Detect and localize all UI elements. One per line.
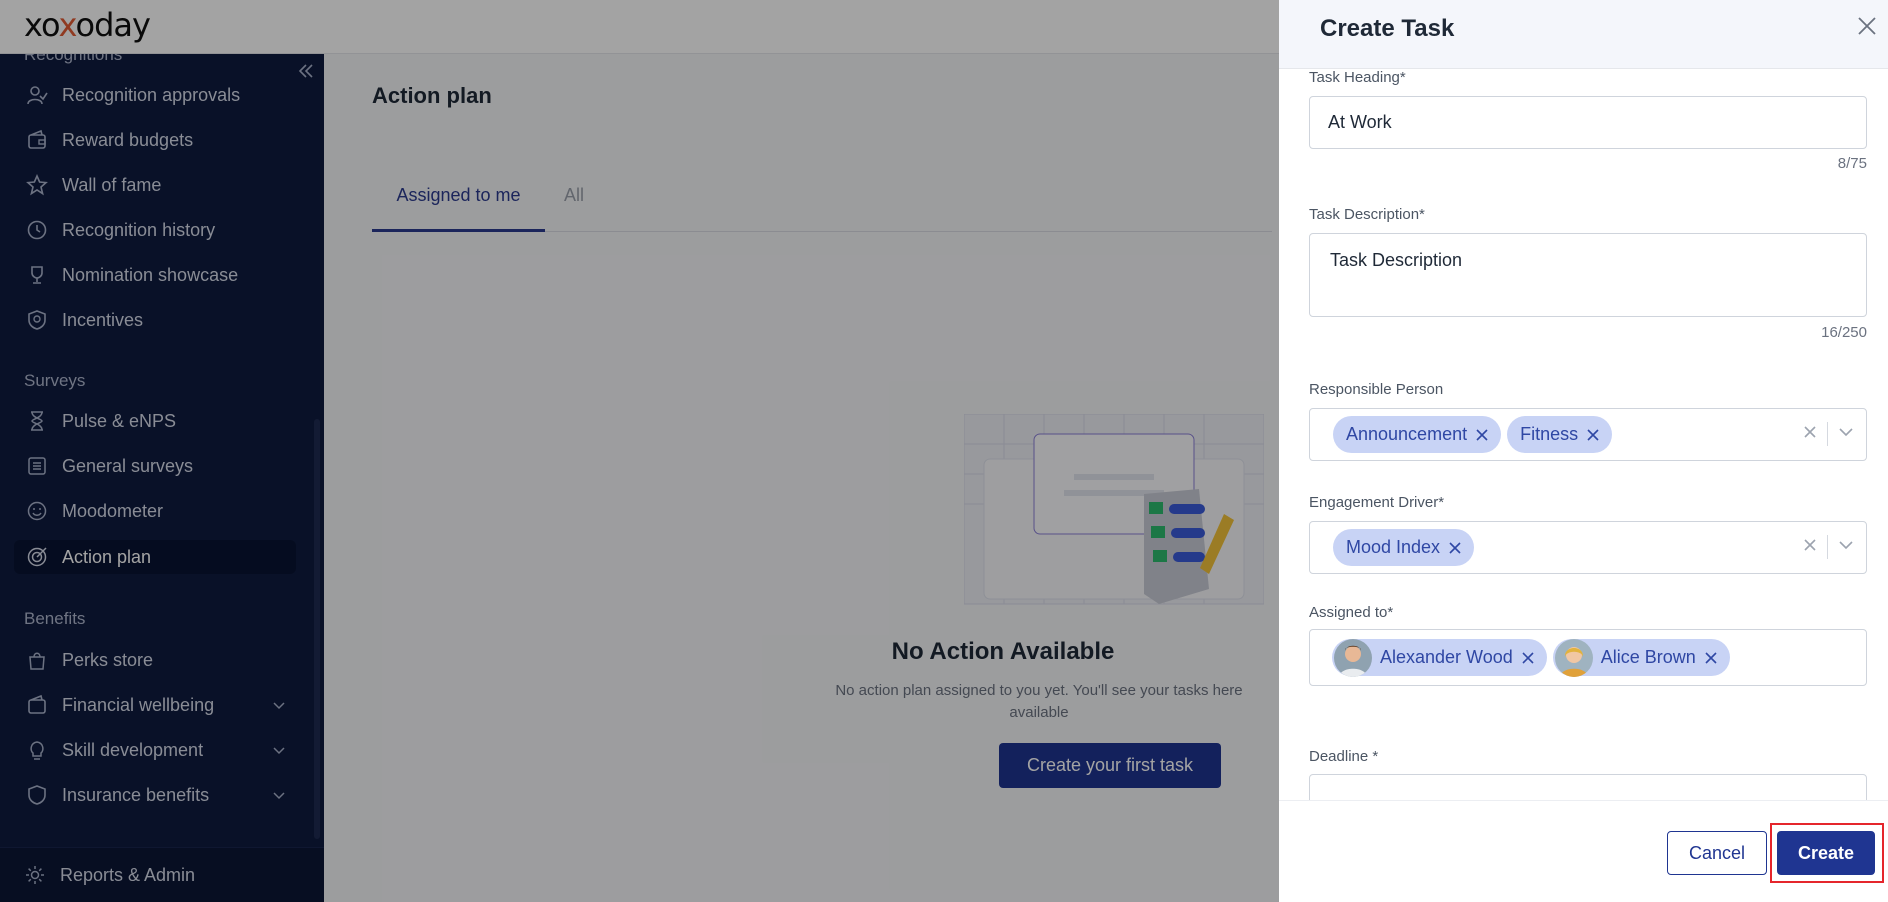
engagement-chip: Mood Index [1333,529,1475,566]
drawer-header: Create Task [1279,0,1888,69]
assignee-chip: Alexander Wood [1332,638,1547,677]
remove-chip-icon[interactable] [1521,651,1535,665]
clear-icon[interactable] [1803,538,1817,557]
responsible-person-select[interactable]: Announcement Fitness [1309,408,1867,461]
assignee-chip: Alice Brown [1552,638,1730,677]
drawer-body: Task Heading* At Work 8/75 Task Descript… [1279,69,1888,800]
chevron-down-icon[interactable] [1838,425,1854,444]
select-controls [1803,535,1854,559]
deadline-input[interactable] [1309,774,1867,800]
assigned-to-label: Assigned to* [1309,604,1394,621]
modal-overlay[interactable] [0,0,1279,902]
remove-chip-icon[interactable] [1704,651,1718,665]
create-button[interactable]: Create [1777,831,1875,875]
task-description-counter: 16/250 [1821,324,1867,341]
remove-chip-icon[interactable] [1586,428,1600,442]
deadline-label: Deadline * [1309,748,1379,765]
task-description-textarea[interactable]: Task Description [1309,233,1867,317]
task-heading-counter: 8/75 [1837,155,1867,172]
responsible-chip: Fitness [1507,416,1613,453]
drawer-title: Create Task [1320,15,1455,42]
drawer-footer: Cancel Create [1279,800,1888,902]
avatar [1554,638,1593,677]
engagement-driver-label: Engagement Driver* [1309,494,1445,511]
create-task-drawer: Create Task Task Heading* At Work 8/75 T… [1279,0,1888,902]
assigned-to-select[interactable]: Alexander Wood Alice Brown [1309,629,1867,686]
cancel-button[interactable]: Cancel [1667,831,1767,875]
remove-chip-icon[interactable] [1475,428,1489,442]
close-icon[interactable] [1855,14,1879,43]
divider [1827,535,1828,559]
responsible-chip: Announcement [1333,416,1502,453]
remove-chip-icon[interactable] [1448,541,1462,555]
chevron-down-icon[interactable] [1838,538,1854,557]
avatar [1334,638,1372,677]
task-heading-input[interactable]: At Work [1309,96,1867,149]
divider [1827,422,1828,446]
select-controls [1803,422,1854,446]
responsible-person-label: Responsible Person [1309,381,1444,398]
task-heading-label: Task Heading* [1309,69,1406,86]
engagement-driver-select[interactable]: Mood Index [1309,521,1867,574]
task-description-label: Task Description* [1309,206,1425,223]
clear-icon[interactable] [1803,425,1817,444]
